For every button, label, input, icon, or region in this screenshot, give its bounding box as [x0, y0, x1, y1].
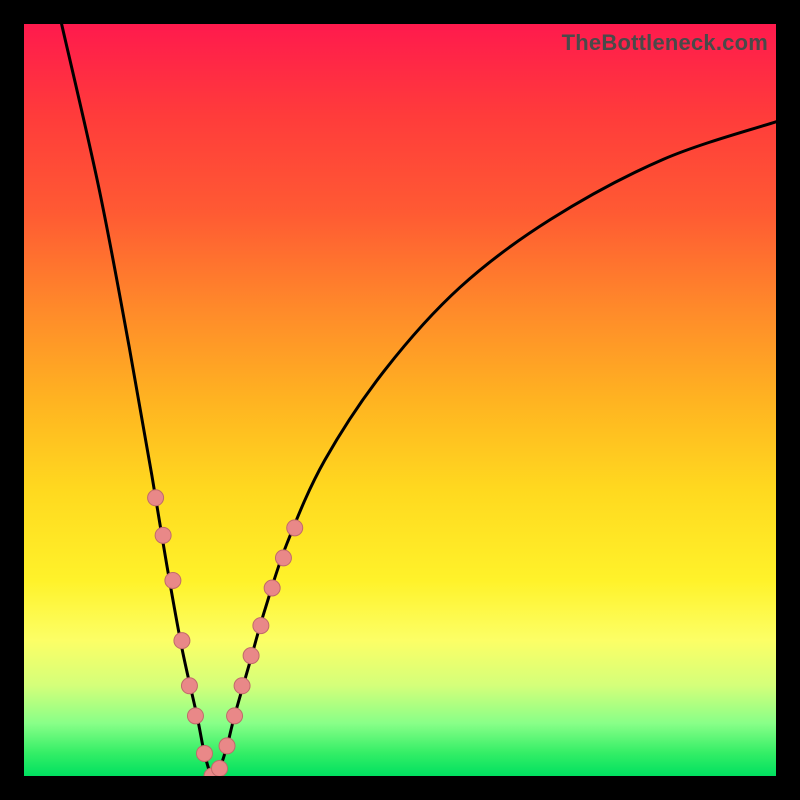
curve-dot	[243, 648, 259, 664]
bottleneck-curve-path	[62, 24, 776, 776]
curve-dot	[287, 520, 303, 536]
bottleneck-curve	[62, 24, 776, 776]
watermark-text: TheBottleneck.com	[562, 30, 768, 56]
curve-dot	[264, 580, 280, 596]
curve-dot	[275, 550, 291, 566]
curve-dot	[219, 738, 235, 754]
curve-dot	[165, 572, 181, 588]
curve-dot	[212, 760, 228, 776]
curve-dot	[196, 745, 212, 761]
curve-dot	[227, 708, 243, 724]
curve-dot	[181, 678, 197, 694]
curve-dot	[187, 708, 203, 724]
curve-dot	[234, 678, 250, 694]
curve-dot	[155, 527, 171, 543]
chart-frame: TheBottleneck.com	[24, 24, 776, 776]
curve-dot	[148, 490, 164, 506]
chart-svg	[24, 24, 776, 776]
plot-area: TheBottleneck.com	[24, 24, 776, 776]
curve-sample-dots	[148, 490, 303, 776]
curve-dot	[253, 618, 269, 634]
curve-dot	[174, 633, 190, 649]
